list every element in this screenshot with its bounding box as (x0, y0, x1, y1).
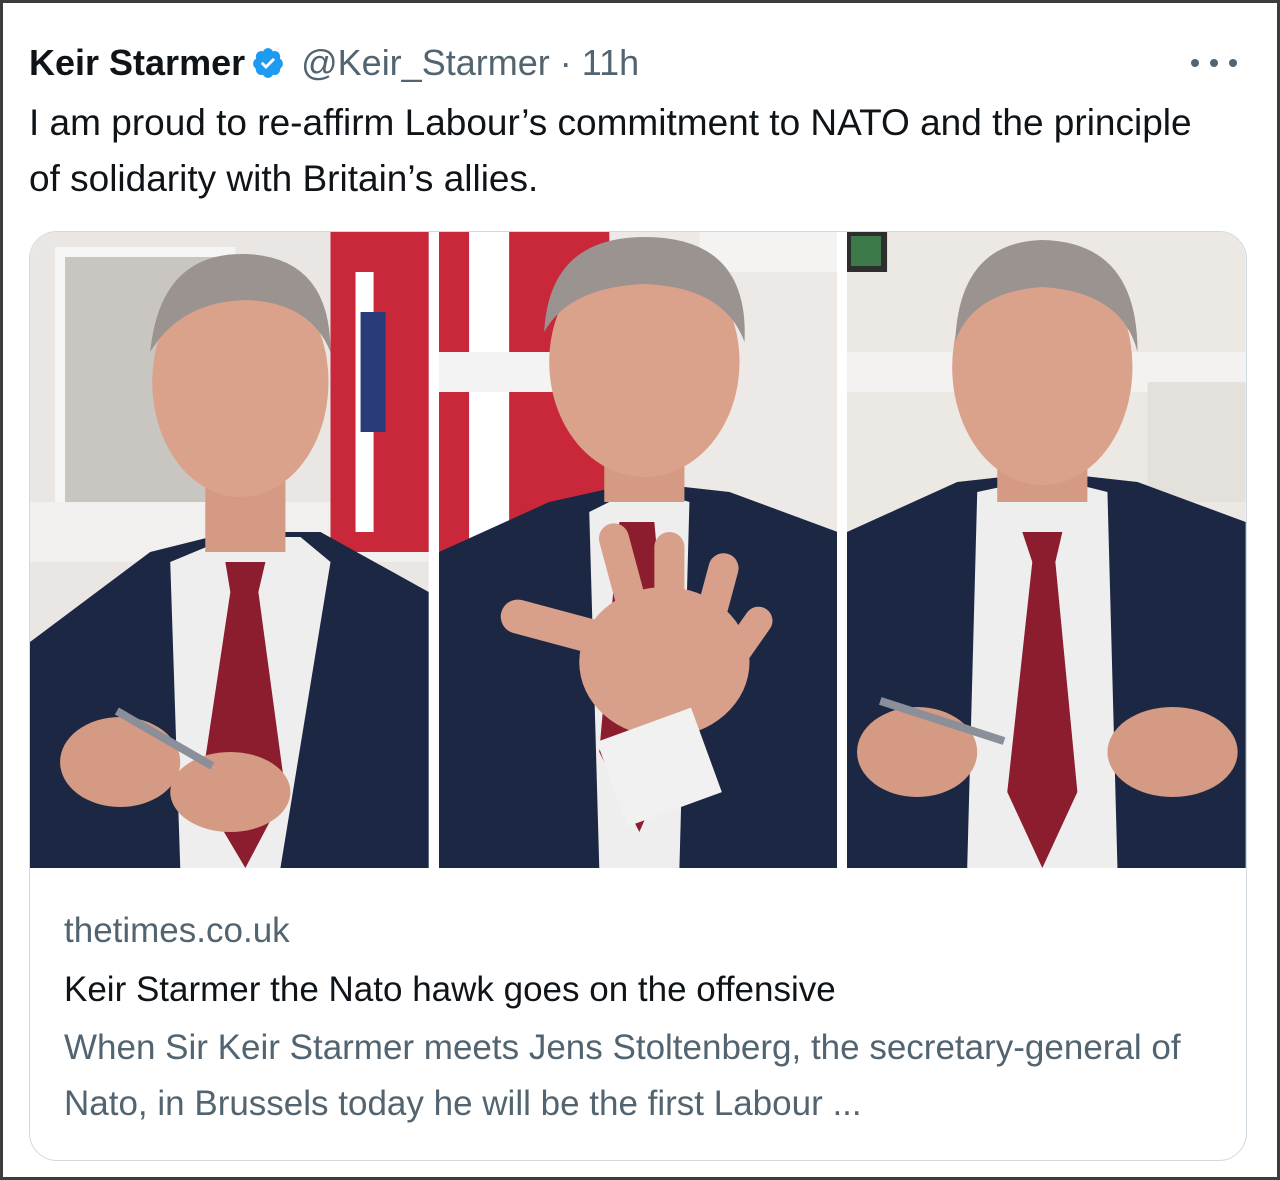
author-name[interactable]: Keir Starmer (29, 42, 245, 84)
card-meta: thetimes.co.uk Keir Starmer the Nato haw… (64, 906, 1212, 1132)
author-handle[interactable]: @Keir_Starmer (301, 42, 550, 84)
card-domain: thetimes.co.uk (64, 911, 290, 950)
verified-badge-icon (251, 46, 285, 80)
more-dot (1191, 59, 1199, 67)
card-photo-2 (438, 232, 838, 868)
card-photo-1 (30, 232, 429, 868)
more-options-icon[interactable] (1191, 43, 1237, 83)
link-preview-card[interactable]: thetimes.co.uk Keir Starmer the Nato haw… (29, 231, 1247, 1161)
tweet-header: Keir Starmer @Keir_Starmer · 11h (29, 33, 1247, 93)
tweet-timestamp[interactable]: 11h (582, 42, 639, 84)
more-dot (1210, 59, 1218, 67)
tweet-text: I am proud to re-affirm Labour’s commitm… (29, 102, 1192, 199)
tweet-frame: Keir Starmer @Keir_Starmer · 11h I am pr… (0, 0, 1280, 1180)
more-dot (1229, 59, 1237, 67)
card-photo-3 (847, 232, 1246, 868)
card-title[interactable]: Keir Starmer the Nato hawk goes on the o… (64, 962, 1212, 1018)
separator-dot: · (559, 42, 572, 83)
card-photo-grid (30, 232, 1246, 868)
card-description: When Sir Keir Starmer meets Jens Stolten… (64, 1028, 1181, 1123)
